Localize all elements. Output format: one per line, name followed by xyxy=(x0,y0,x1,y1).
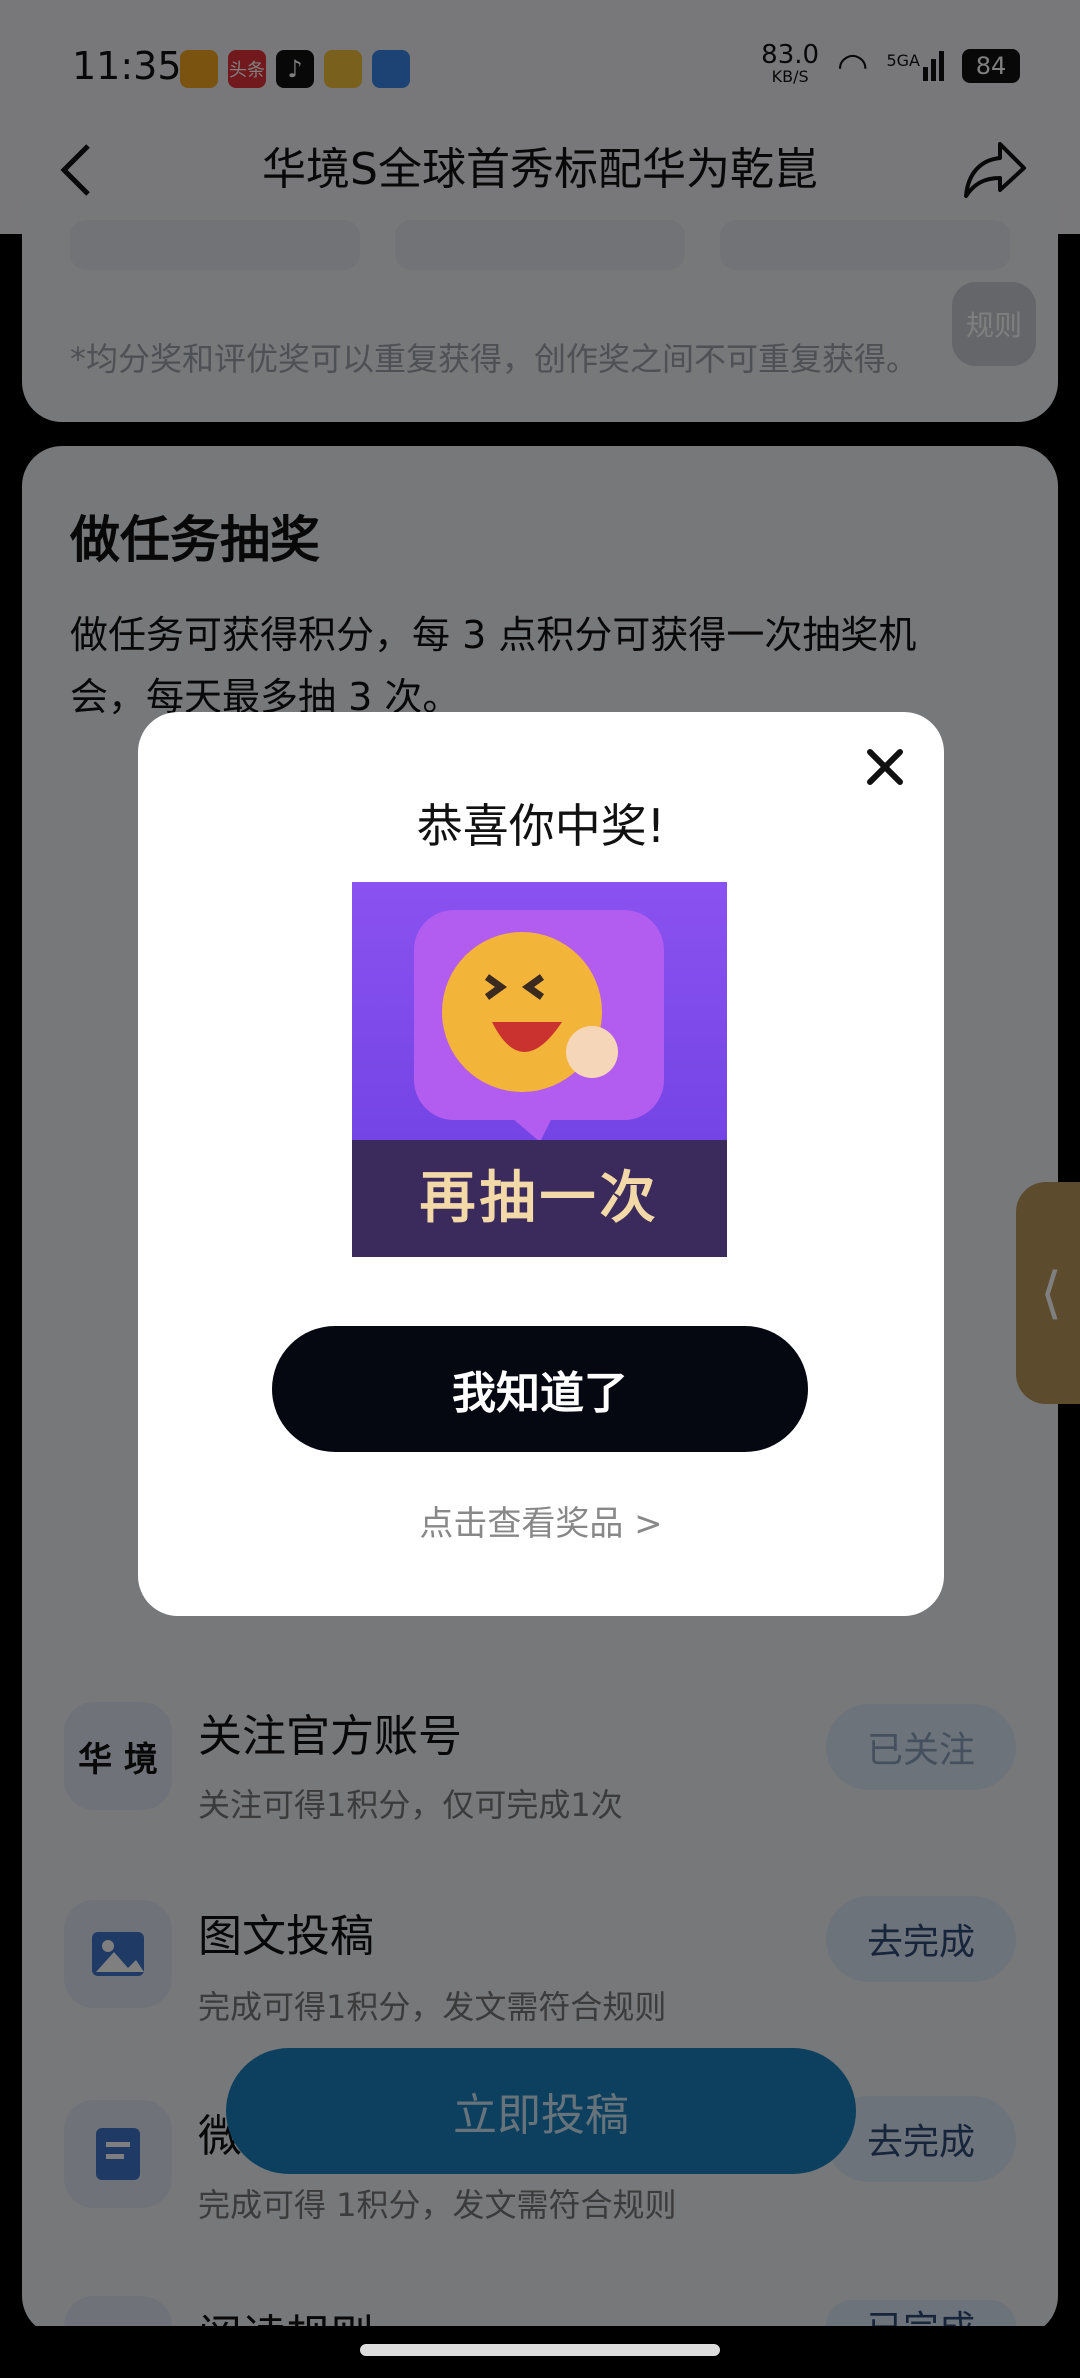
close-icon[interactable] xyxy=(860,742,910,792)
confirm-button[interactable]: 我知道了 xyxy=(272,1326,808,1452)
laughing-emoji-icon xyxy=(414,910,664,1142)
home-indicator[interactable] xyxy=(360,2344,720,2356)
prize-image: 再抽一次 xyxy=(352,882,727,1257)
prize-label: 再抽一次 xyxy=(419,1166,660,1231)
view-prizes-link[interactable]: 点击查看奖品 > xyxy=(138,1496,944,1545)
dialog-title: 恭喜你中奖! xyxy=(416,799,666,853)
